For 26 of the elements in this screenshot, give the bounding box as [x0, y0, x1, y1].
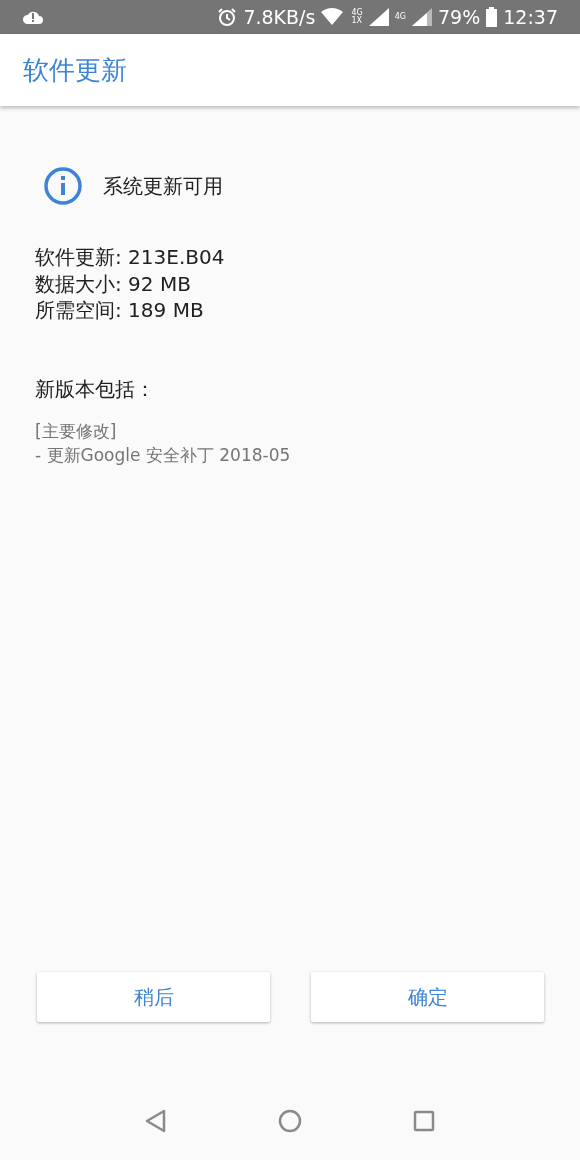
changelog-line: [主要修改]	[35, 419, 118, 443]
page-title: 软件更新	[23, 53, 127, 87]
battery-icon	[486, 7, 498, 27]
section-heading: 新版本包括：	[35, 375, 156, 403]
signal-icon	[368, 8, 389, 26]
recents-icon[interactable]	[412, 1110, 435, 1132]
cloud-alert-icon	[22, 9, 44, 25]
dialog-button[interactable]: 稍后	[37, 972, 270, 1022]
detail-line: 所需空间: 189 MB	[35, 297, 205, 324]
wifi-icon	[321, 8, 346, 26]
changelog-line: - 更新Google 安全补丁 2018-05	[35, 443, 292, 467]
back-icon[interactable]	[145, 1109, 168, 1133]
clock: 12:37	[503, 6, 558, 28]
detail-line: 数据大小: 92 MB	[35, 270, 192, 297]
battery-percent: 79%	[438, 6, 481, 28]
notice-text: 系统更新可用	[103, 172, 223, 200]
info-icon	[43, 166, 83, 206]
network-speed: 7.8KB/s	[243, 6, 316, 28]
network-type: 4G	[394, 13, 406, 21]
home-icon[interactable]	[278, 1109, 302, 1133]
signal-icon	[412, 8, 432, 26]
detail-line: 软件更新: 213E.B04	[35, 244, 226, 271]
dialog-button[interactable]: 确定	[311, 972, 544, 1022]
network-type: 4G	[351, 9, 363, 17]
network-type: 1X	[351, 17, 363, 25]
alarm-icon	[217, 7, 238, 27]
